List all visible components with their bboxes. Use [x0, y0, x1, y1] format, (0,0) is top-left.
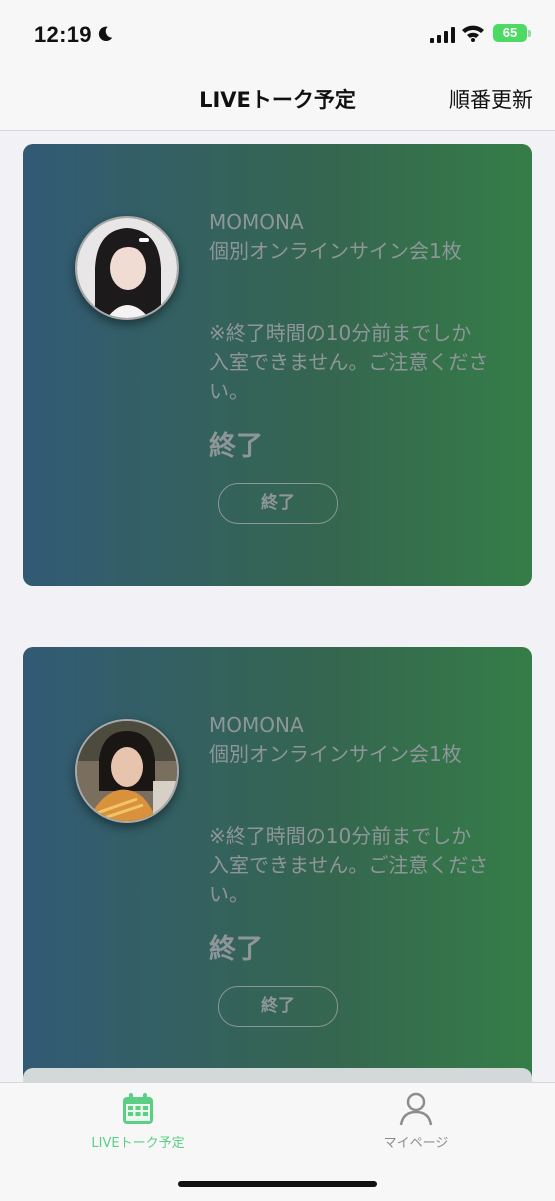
battery-cap	[528, 30, 531, 37]
tab-mypage[interactable]: マイページ	[316, 1091, 516, 1151]
event-card: MOMONA 個別オンラインサイン会1枚 ※終了時間の10分前までしか入室できま…	[23, 144, 532, 586]
tab-label: LIVEトーク予定	[91, 1136, 185, 1151]
artist-photo	[77, 218, 177, 318]
event-card-partial	[23, 1068, 532, 1082]
entry-notice: ※終了時間の10分前までしか入室できません。ご注意ください。	[209, 321, 489, 403]
artist-name: MOMONA	[209, 713, 304, 737]
artist-photo	[77, 721, 177, 821]
status-time: 12:19	[34, 22, 92, 47]
event-card: MOMONA 個別オンラインサイン会1枚 ※終了時間の10分前までしか入室できま…	[23, 647, 532, 1082]
refresh-order-button[interactable]: 順番更新	[449, 84, 533, 114]
moon-icon	[98, 26, 113, 42]
entry-notice: ※終了時間の10分前までしか入室できません。ご注意ください。	[209, 824, 489, 906]
battery-indicator: 65	[493, 24, 527, 42]
event-ended-button[interactable]: 終了	[218, 986, 338, 1027]
status-bar: 12:19 65	[0, 0, 555, 68]
event-ended-button[interactable]: 終了	[218, 483, 338, 524]
artist-name: MOMONA	[209, 210, 304, 234]
event-status: 終了	[209, 934, 263, 965]
wifi-icon	[462, 25, 484, 42]
tab-label: マイページ	[383, 1136, 449, 1151]
cellular-signal-icon	[430, 27, 455, 43]
tab-live-talk[interactable]: LIVEトーク予定	[38, 1091, 238, 1151]
calendar-icon	[123, 1093, 153, 1124]
event-list[interactable]: MOMONA 個別オンラインサイン会1枚 ※終了時間の10分前までしか入室できま…	[0, 131, 555, 1082]
event-name: 個別オンラインサイン会1枚	[209, 742, 462, 766]
avatar	[75, 216, 179, 320]
navigation-bar: LIVEトーク予定 順番更新	[0, 68, 555, 131]
event-status: 終了	[209, 431, 263, 462]
avatar	[75, 719, 179, 823]
person-icon	[399, 1092, 433, 1126]
home-indicator	[178, 1181, 377, 1187]
event-name: 個別オンラインサイン会1枚	[209, 239, 462, 263]
